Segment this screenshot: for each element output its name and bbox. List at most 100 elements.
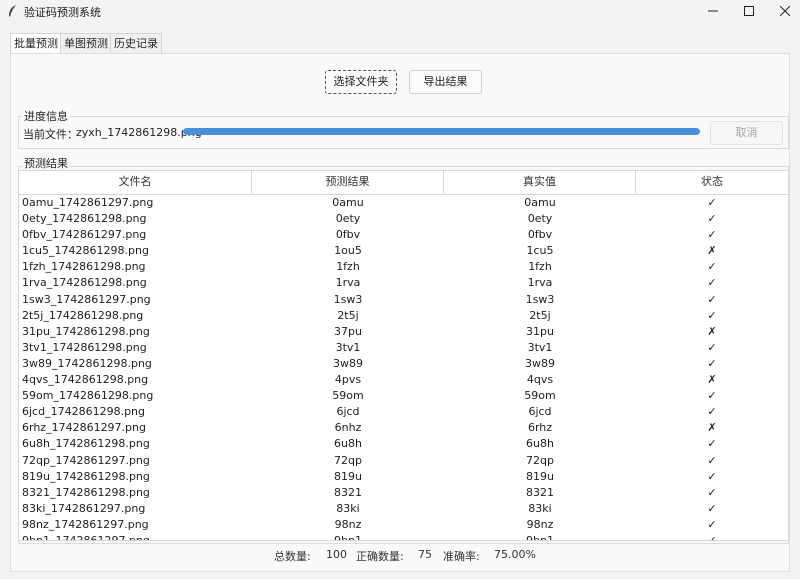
cell-prediction: 1fzh [336,260,360,274]
table-row[interactable]: 819u_1742861298.png 819u 819u ✓ [19,469,788,485]
cell-filename: 3w89_1742861298.png [22,356,152,370]
table-row[interactable]: 1sw3_1742861297.png 1sw3 1sw3 ✓ [19,292,788,308]
cell-filename: 1fzh_1742861298.png [22,260,146,274]
table-body: 0amu_1742861297.png 0amu 0amu ✓ 0ety_1742861… [19,195,788,541]
cell-status: ✓ [707,469,717,483]
cancel-button[interactable]: 取消 [710,121,783,145]
cell-truth: 1rva [527,276,553,290]
cell-prediction: 819u [334,469,362,483]
cell-filename: 3tv1_1742861298.png [22,340,147,354]
cell-prediction: 6u8h [334,437,362,451]
export-results-button[interactable]: 导出结果 [409,70,482,94]
cell-truth: 59om [524,389,556,403]
cell-prediction: 1ou5 [334,244,362,258]
window-title: 验证码预测系统 [24,6,101,19]
cell-truth: 0fbv [527,228,553,242]
table-row[interactable]: 1rva_1742861298.png 1rva 1rva ✓ [19,275,788,291]
cell-truth: 0amu [524,196,556,209]
table-row[interactable]: 31pu_1742861298.png 37pu 31pu ✗ [19,324,788,340]
cell-filename: 1sw3_1742861297.png [22,292,151,306]
cell-status: ✓ [707,276,717,290]
feather-app-icon [9,5,16,17]
cell-status: ✗ [707,244,717,258]
table-row[interactable]: 72qp_1742861297.png 72qp 72qp ✓ [19,453,788,469]
cell-truth: 1sw3 [525,292,555,306]
table-row[interactable]: 3tv1_1742861298.png 3tv1 3tv1 ✓ [19,340,788,356]
cell-truth: 72qp [526,453,554,467]
column-header-status[interactable]: 状态 [636,171,788,194]
table-row[interactable]: 0fbv_1742861297.png 0fbv 0fbv ✓ [19,227,788,243]
cell-filename: 2t5j_1742861298.png [22,308,144,322]
progress-bar-fill [183,128,700,135]
cell-truth: 83ki [528,501,552,515]
total-count-label: 总数量: [274,550,311,563]
results-table[interactable]: 文件名 预测结果 真实值 状态 0amu_1742861297.png 0amu 0… [18,170,789,541]
cell-filename: 59om_1742861298.png [22,389,154,403]
cell-prediction: 4pvs [334,373,362,387]
cell-truth: 6jcd [528,405,552,419]
tab-batch-predict[interactable]: 批量预测 [10,33,62,54]
current-file-label: 当前文件： [23,128,78,141]
cell-filename: 98nz_1742861297.png [22,517,149,531]
cell-status: ✓ [707,228,717,242]
cell-filename: 6jcd_1742861298.png [22,405,146,419]
title-bar: 验证码预测系统 [0,0,800,22]
cell-prediction: 8321 [334,485,362,499]
table-row[interactable]: 3w89_1742861298.png 3w89 3w89 ✓ [19,356,788,372]
close-icon [780,6,790,16]
column-header-filename[interactable]: 文件名 [19,171,252,194]
cell-truth: 98nz [526,517,554,531]
table-row[interactable]: 9bn1_1742861297.png 9bn1 9bn1 ✓ [19,533,788,541]
maximize-button[interactable] [734,0,764,22]
cell-truth: 2t5j [529,308,551,322]
cell-filename: 8321_1742861298.png [22,485,150,499]
cell-prediction: 2t5j [337,308,359,322]
cell-truth: 3w89 [525,356,555,370]
table-row[interactable]: 59om_1742861298.png 59om 59om ✓ [19,388,788,404]
total-count-value: 100 [326,548,347,561]
cell-status: ✓ [707,533,717,541]
cell-truth: 819u [526,469,554,483]
table-row[interactable]: 2t5j_1742861298.png 2t5j 2t5j ✓ [19,308,788,324]
cell-status: ✓ [707,501,717,515]
close-button[interactable] [770,0,800,22]
cell-truth: 31pu [526,324,554,338]
table-row[interactable]: 0ety_1742861298.png 0ety 0ety ✓ [19,211,788,227]
cell-filename: 1cu5_1742861298.png [22,244,149,258]
column-header-truth[interactable]: 真实值 [444,171,636,194]
table-row[interactable]: 6rhz_1742861297.png 6nhz 6rhz ✗ [19,420,788,436]
cell-prediction: 0fbv [335,228,361,242]
cell-prediction: 1sw3 [333,292,363,306]
accuracy-label: 准确率: [443,550,480,563]
cell-prediction: 37pu [334,324,362,338]
table-row[interactable]: 4qvs_1742861298.png 4pvs 4qvs ✗ [19,372,788,388]
tab-history[interactable]: 历史记录 [110,33,162,53]
table-row[interactable]: 1fzh_1742861298.png 1fzh 1fzh ✓ [19,259,788,275]
accuracy-value: 75.00% [494,548,536,561]
table-row[interactable]: 0amu_1742861297.png 0amu 0amu ✓ [19,195,788,211]
select-folder-button[interactable]: 选择文件夹 [325,70,397,94]
table-row[interactable]: 8321_1742861298.png 8321 8321 ✓ [19,485,788,501]
minimize-button[interactable] [698,0,728,22]
summary-bar: 总数量: 100 正确数量: 75 准确率: 75.00% [0,548,800,566]
correct-count-label: 正确数量: [356,550,404,563]
column-header-prediction[interactable]: 预测结果 [252,171,444,194]
cell-status: ✓ [707,485,717,499]
table-row[interactable]: 83ki_1742861297.png 83ki 83ki ✓ [19,501,788,517]
cell-filename: 0fbv_1742861297.png [22,228,147,242]
cell-prediction: 0ety [335,212,361,226]
cell-prediction: 6nhz [334,421,362,435]
tab-single-predict[interactable]: 单图预测 [60,33,112,53]
table-row[interactable]: 1cu5_1742861298.png 1ou5 1cu5 ✗ [19,243,788,259]
table-row[interactable]: 6jcd_1742861298.png 6jcd 6jcd ✓ [19,404,788,420]
cell-status: ✓ [707,453,717,467]
table-row[interactable]: 6u8h_1742861298.png 6u8h 6u8h ✓ [19,436,788,452]
cell-truth: 1cu5 [526,244,554,258]
cell-status: ✓ [707,308,717,322]
cell-truth: 6rhz [527,421,553,435]
cell-filename: 6u8h_1742861298.png [22,437,150,451]
cell-status: ✗ [707,373,717,387]
table-row[interactable]: 98nz_1742861297.png 98nz 98nz ✓ [19,517,788,533]
cell-status: ✓ [707,405,717,419]
cell-prediction: 3w89 [333,356,363,370]
